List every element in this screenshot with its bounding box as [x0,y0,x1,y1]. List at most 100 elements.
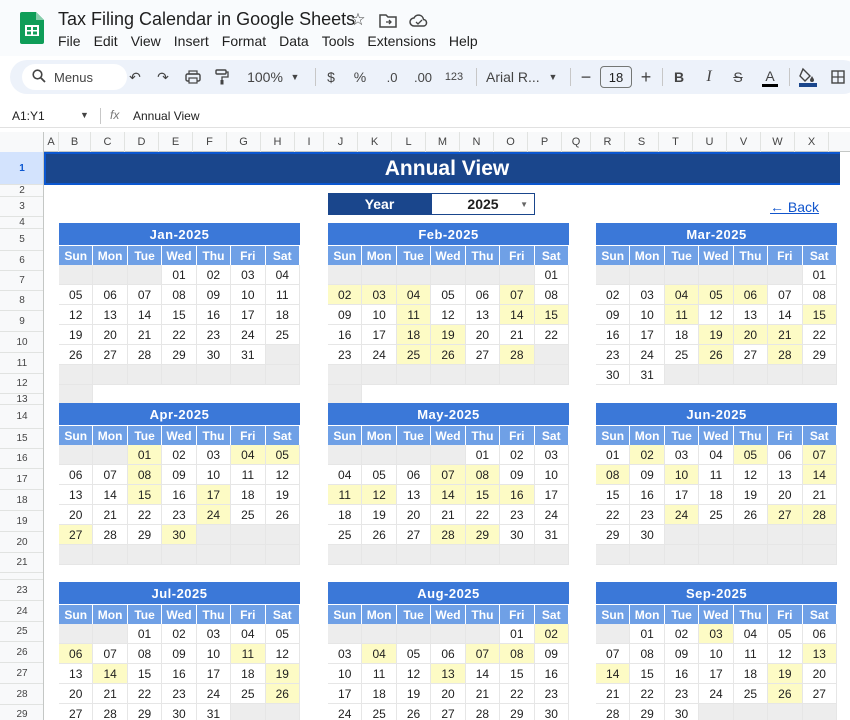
empty-day-cell[interactable] [768,545,803,565]
tax-due-day-cell[interactable]: 16 [500,485,535,505]
day-cell[interactable]: 11 [733,644,769,664]
day-cell[interactable]: 31 [231,345,266,365]
empty-day-cell[interactable] [362,445,397,465]
day-cell[interactable]: 08 [127,644,163,664]
day-cell[interactable]: 25 [231,505,266,525]
row-header-13[interactable]: 13 [0,394,43,405]
month-title[interactable]: Sep-2025 [596,582,837,604]
column-header-u[interactable]: U [693,132,727,152]
empty-day-cell[interactable] [162,365,197,385]
column-header-q[interactable]: Q [562,132,591,152]
select-all-corner[interactable] [0,132,44,152]
row-header-20[interactable]: 20 [0,532,43,553]
increase-decimal-button[interactable]: .00 [410,67,436,87]
tax-due-day-cell[interactable]: 04 [396,285,432,305]
day-cell[interactable]: 02 [500,445,535,465]
empty-day-cell[interactable] [93,545,128,565]
row-header-23[interactable]: 23 [0,580,43,601]
day-cell[interactable]: 12 [768,644,803,664]
day-cell[interactable]: 05 [768,624,803,644]
day-cell[interactable]: 19 [362,505,397,525]
google-sheets-logo-icon[interactable] [20,12,44,44]
day-cell[interactable]: 12 [265,644,300,664]
tax-due-day-cell[interactable]: 04 [231,445,266,465]
day-cell[interactable]: 01 [127,624,163,644]
day-cell[interactable]: 08 [534,285,569,305]
borders-icon[interactable] [830,67,846,87]
tax-due-day-cell[interactable]: 15 [802,305,837,325]
row-header-14[interactable]: 14 [0,405,43,429]
day-cell[interactable]: 16 [162,664,197,684]
day-cell[interactable]: 02 [162,445,197,465]
tax-due-day-cell[interactable]: 14 [596,664,631,684]
day-cell[interactable]: 22 [802,325,837,345]
day-cell[interactable]: 30 [196,345,232,365]
day-cell[interactable]: 28 [465,704,501,720]
day-cell[interactable]: 22 [500,684,535,704]
year-dropdown[interactable]: 2025 ▼ [431,193,535,215]
row-header-19[interactable]: 19 [0,511,43,532]
row-header-3[interactable]: 3 [0,197,43,217]
tax-due-day-cell[interactable]: 26 [768,684,803,704]
day-cell[interactable]: 03 [534,445,569,465]
row-header-21[interactable]: 21 [0,553,43,573]
day-cell[interactable]: 16 [196,305,232,325]
row-header-24[interactable]: 24 [0,601,43,622]
day-cell[interactable]: 10 [196,465,232,485]
day-cell[interactable]: 11 [699,465,734,485]
annual-view-banner[interactable]: Annual View [44,152,850,185]
day-cell[interactable]: 14 [93,485,128,505]
day-cell[interactable]: 17 [699,664,734,684]
day-cell[interactable]: 07 [127,285,163,305]
day-cell[interactable]: 23 [500,505,535,525]
day-cell[interactable]: 04 [231,624,266,644]
row-header-22[interactable] [0,573,43,580]
empty-day-cell[interactable] [733,365,769,385]
move-folder-icon[interactable] [377,9,399,31]
tax-due-day-cell[interactable]: 13 [802,644,837,664]
tax-due-day-cell[interactable]: 28 [500,345,535,365]
day-cell[interactable]: 24 [630,345,665,365]
day-cell[interactable]: 05 [265,624,300,644]
empty-day-cell[interactable] [699,704,734,720]
day-cell[interactable]: 04 [699,445,734,465]
menu-help[interactable]: Help [449,33,478,49]
tax-due-day-cell[interactable]: 15 [534,305,569,325]
day-cell[interactable]: 28 [93,525,128,545]
empty-day-cell[interactable] [768,704,803,720]
tax-due-day-cell[interactable]: 18 [396,325,432,345]
empty-day-cell[interactable] [768,265,803,285]
tax-due-day-cell[interactable]: 08 [127,465,163,485]
bold-icon[interactable]: B [672,67,686,87]
day-cell[interactable]: 30 [162,704,197,720]
row-header-28[interactable]: 28 [0,684,43,705]
day-cell[interactable]: 13 [59,664,94,684]
day-cell[interactable]: 28 [596,704,631,720]
tax-due-day-cell[interactable]: 06 [733,285,769,305]
font-family-select[interactable]: Arial R... [486,67,548,87]
day-cell[interactable]: 17 [664,485,700,505]
day-cell[interactable]: 31 [630,365,665,385]
tax-due-day-cell[interactable]: 26 [699,345,734,365]
column-header-a[interactable]: A [44,132,59,152]
day-cell[interactable]: 25 [733,684,769,704]
day-cell[interactable]: 10 [328,664,363,684]
empty-day-cell[interactable] [59,445,94,465]
day-cell[interactable]: 17 [231,305,266,325]
number-format-button[interactable]: 123 [443,67,465,87]
day-cell[interactable]: 21 [802,485,837,505]
empty-day-cell[interactable] [396,545,432,565]
day-cell[interactable]: 24 [328,704,363,720]
day-cell[interactable]: 29 [127,704,163,720]
day-cell[interactable]: 12 [431,305,466,325]
day-cell[interactable]: 15 [127,664,163,684]
day-cell[interactable]: 26 [362,525,397,545]
day-cell[interactable]: 08 [162,285,197,305]
column-header-l[interactable]: L [392,132,426,152]
tax-due-day-cell[interactable]: 14 [93,664,128,684]
tax-due-day-cell[interactable]: 03 [699,624,734,644]
day-cell[interactable]: 23 [596,345,631,365]
menu-data[interactable]: Data [279,33,309,49]
day-cell[interactable]: 25 [362,704,397,720]
day-cell[interactable]: 06 [768,445,803,465]
